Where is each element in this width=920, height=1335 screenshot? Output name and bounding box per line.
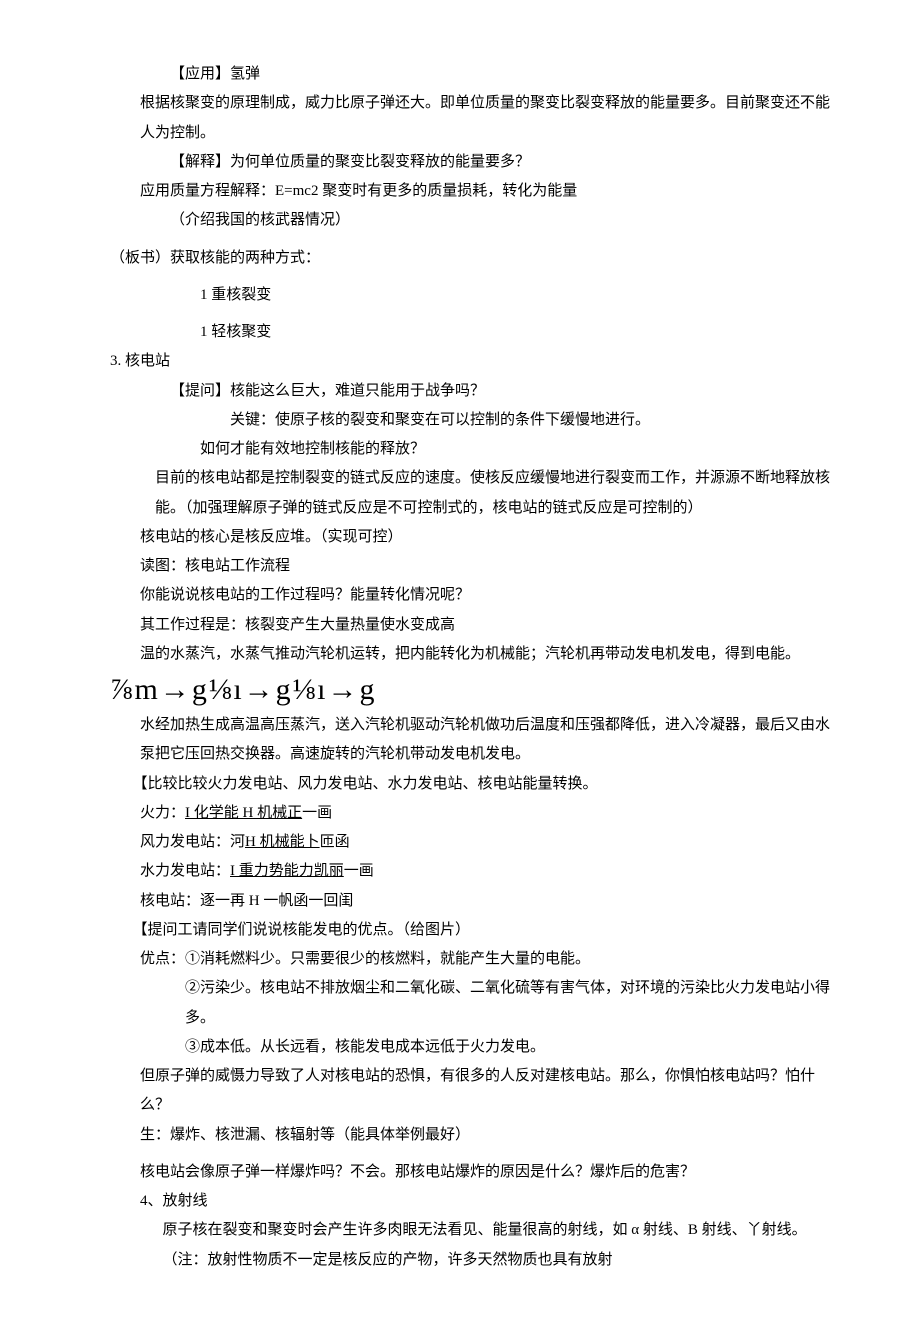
underline-text: I 化学能 H 机械正 [185, 805, 302, 821]
section-heading-3: 3. 核电站 [110, 347, 830, 376]
label: 水力发电站： [140, 863, 230, 879]
advantage-2: ②污染少。核电站不排放烟尘和二氧化碳、二氧化硫等有害气体，对环境的污染比火力发电… [110, 974, 830, 1033]
text: 一画 [344, 863, 374, 879]
paragraph: 你能说说核电站的工作过程吗？能量转化情况呢？ [110, 581, 830, 610]
paragraph: 如何才能有效地控制核能的释放？ [110, 435, 830, 464]
paragraph: 核电站的核心是核反应堆。（实现可控） [110, 523, 830, 552]
line-fire: 火力：I 化学能 H 机械正一画 [110, 799, 830, 828]
line-nuclear: 核电站：逐一再 H 一帆函一回闺 [110, 887, 830, 916]
list-item: 1 重核裂变 [110, 281, 830, 310]
heading-question: 【提问】核能这么巨大，难道只能用于战争吗？ [110, 377, 830, 406]
paragraph: 应用质量方程解释：E=mc2 聚变时有更多的质量损耗，转化为能量 [110, 177, 830, 206]
text: 一画 [302, 805, 332, 821]
student-answer: 生：爆炸、核泄漏、核辐射等（能具体举例最好） [110, 1121, 830, 1150]
section-heading-4: 4、放射线 [110, 1187, 830, 1216]
heading-compare: 【比较比较火力发电站、风力发电站、水力发电站、核电站能量转换。 [110, 770, 830, 799]
paragraph: 其工作过程是：核裂变产生大量热量使水变成高 [110, 611, 830, 640]
heading-explain: 【解释】为何单位质量的聚变比裂变释放的能量要多？ [110, 148, 830, 177]
label: 火力： [140, 805, 185, 821]
paragraph: 根据核聚变的原理制成，威力比原子弹还大。即单位质量的聚变比裂变释放的能量要多。目… [110, 89, 830, 148]
paragraph: 读图：核电站工作流程 [110, 552, 830, 581]
paragraph: 原子核在裂变和聚变时会产生许多肉眼无法看见、能量很高的射线，如 α 射线、B 射… [110, 1216, 830, 1275]
paragraph: （介绍我国的核武器情况） [110, 206, 830, 235]
label: 风力发电站：河 [140, 834, 245, 850]
advantage-3: ③成本低。从长远看，核能发电成本远低于火力发电。 [110, 1033, 830, 1062]
paragraph: 目前的核电站都是控制裂变的链式反应的速度。使核反应缓慢地进行裂变而工作，并源源不… [110, 464, 830, 523]
line-hydro: 水力发电站：I 重力势能力凯丽一画 [110, 857, 830, 886]
paragraph: 温的水蒸汽，水蒸气推动汽轮机运转，把内能转化为机械能；汽轮机再带动发电机发电，得… [110, 640, 830, 669]
heading-application: 【应用】氢弹 [110, 60, 830, 89]
paragraph: 关键：使原子核的裂变和聚变在可以控制的条件下缓慢地进行。 [110, 406, 830, 435]
list-item: 1 轻核聚变 [110, 318, 830, 347]
formula-line: ⅞m→g⅛ı→g⅛ı→g [110, 669, 830, 711]
paragraph: 核电站会像原子弹一样爆炸吗？不会。那核电站爆炸的原因是什么？爆炸后的危害？ [110, 1158, 830, 1187]
advantage-1: 优点：①消耗燃料少。只需要很少的核燃料，就能产生大量的电能。 [110, 945, 830, 974]
underline-text: I 重力势能力凯丽 [230, 863, 344, 879]
text: 匝函 [320, 834, 350, 850]
paragraph: 但原子弹的威慑力导致了人对核电站的恐惧，有很多的人反对建核电站。那么，你惧怕核电… [110, 1062, 830, 1121]
underline-text: H 机械能卜 [245, 834, 320, 850]
heading-question: 【提问工请同学们说说核能发电的优点。（给图片） [110, 916, 830, 945]
board-heading: （板书）获取核能的两种方式： [110, 244, 830, 273]
line-wind: 风力发电站：河H 机械能卜匝函 [110, 828, 830, 857]
paragraph: 水经加热生成高温高压蒸汽，送入汽轮机驱动汽轮机做功后温度和压强都降低，进入冷凝器… [110, 711, 830, 770]
